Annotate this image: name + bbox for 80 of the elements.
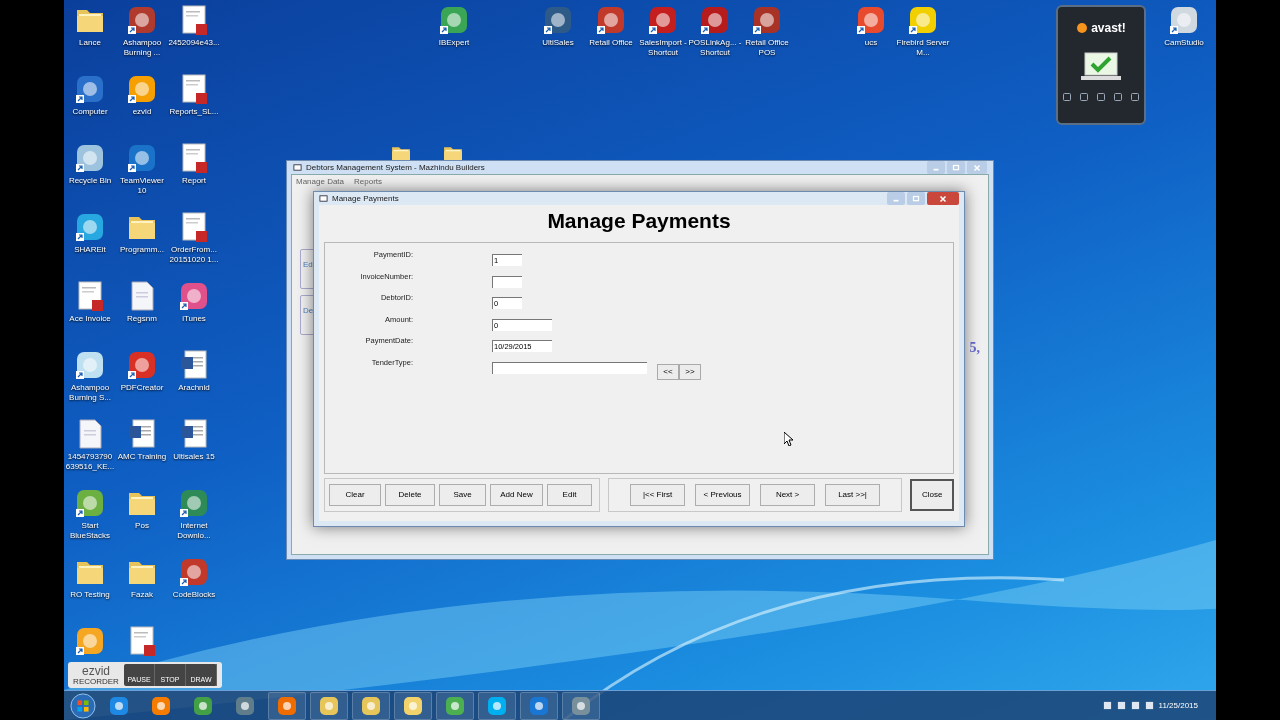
icon-label[interactable]: Arachnid <box>167 383 221 393</box>
form-heading: Manage Payments <box>546 208 732 234</box>
maximize-icon <box>951 162 961 173</box>
nav-button[interactable]: < Previous <box>695 484 751 506</box>
icon-label[interactable]: OrderFrom... 20151020 1... <box>167 245 221 265</box>
antivirus-widget[interactable]: avast! <box>1056 5 1146 125</box>
window-title: Debtors Management System - Mazhindu Builders <box>306 161 485 174</box>
icon-label[interactable]: SalesImport - Shortcut <box>636 38 690 58</box>
icon-label[interactable]: IBExpert <box>427 38 481 48</box>
icon-label[interactable]: RO Testing <box>64 590 117 600</box>
close-icon <box>938 193 948 204</box>
icon-label[interactable]: Start BlueStacks <box>64 521 117 541</box>
form-button[interactable]: Add New <box>490 484 543 506</box>
window-icon <box>319 194 328 203</box>
scroll-button[interactable]: >> <box>679 363 701 380</box>
nav-button[interactable]: Next > <box>760 484 816 506</box>
menu-item[interactable]: Reports <box>354 176 383 188</box>
word-document-icon <box>126 418 158 450</box>
partial-text: 5, <box>969 339 980 357</box>
widget-brand: avast! <box>1091 20 1126 37</box>
icon-label[interactable]: ucs <box>844 38 898 48</box>
icon-label[interactable]: Regsnm <box>115 314 169 324</box>
icon-label[interactable]: POSLinkAg... - Shortcut <box>688 38 742 58</box>
icon-label[interactable]: Ace Invoice <box>64 314 117 324</box>
icon-label[interactable]: Ashampoo Burning S... <box>64 383 117 403</box>
close-icon <box>972 162 982 173</box>
icon-label[interactable]: Pos <box>115 521 169 531</box>
icon-label[interactable]: TeamViewer 10 <box>115 176 169 196</box>
form-button[interactable]: Edit <box>547 484 592 506</box>
icon-label[interactable]: Computer <box>64 107 117 117</box>
icon-label[interactable]: 2452094e43... <box>167 38 221 48</box>
input-field[interactable] <box>492 361 647 374</box>
word-document-icon <box>178 418 210 450</box>
start-button[interactable] <box>70 692 96 719</box>
form-button[interactable]: Save <box>439 484 486 506</box>
icon-label[interactable]: Fazak <box>115 590 169 600</box>
icon-label[interactable]: Lance <box>64 38 117 48</box>
app-icon[interactable] <box>235 695 255 716</box>
group-title: Ed <box>303 260 313 269</box>
window-title: Manage Payments <box>332 192 399 205</box>
form-button[interactable]: Clear <box>329 484 381 506</box>
input-field[interactable] <box>492 275 522 288</box>
app-icon[interactable] <box>571 695 591 716</box>
icon-label[interactable]: UltiSales <box>531 38 585 48</box>
taskbar-date[interactable]: 11/25/2015 <box>1158 699 1198 712</box>
nav-button[interactable]: Last >>| <box>825 484 881 506</box>
laptop-check-icon <box>1079 51 1123 83</box>
icon-label[interactable]: AMC Training <box>115 452 169 462</box>
scroll-button[interactable]: << <box>657 363 679 380</box>
icon-label[interactable]: Ultisales 15 <box>167 452 221 462</box>
icon-label[interactable]: Retail Office <box>584 38 638 48</box>
icon-label[interactable]: iTunes <box>167 314 221 324</box>
app-icon[interactable] <box>529 695 549 716</box>
form-button[interactable]: Delete <box>385 484 435 506</box>
icon-label[interactable]: CamStudio <box>1157 38 1211 48</box>
logo-icon <box>1076 22 1089 34</box>
cursor-icon <box>784 432 794 446</box>
window-icon <box>293 163 302 172</box>
group-title: De <box>303 306 314 315</box>
close-button[interactable] <box>927 192 959 205</box>
icon-label[interactable]: CodeBlocks <box>167 590 221 600</box>
icon-label[interactable]: SHAREit <box>64 245 117 255</box>
recorder-brand: ezvid <box>82 664 110 677</box>
icon-label[interactable]: Ashampoo Burning ... <box>115 38 169 58</box>
icon-label[interactable]: Firebird Server M... <box>896 38 950 58</box>
icon-label[interactable]: Internet Downlo... <box>167 521 221 541</box>
icon-label[interactable]: Report <box>167 176 221 186</box>
icon-label[interactable]: PDFCreator <box>115 383 169 393</box>
close-dialog-button[interactable]: Close <box>910 479 954 511</box>
icon-label[interactable]: 1454793790 639516_KE... <box>64 452 117 472</box>
recorder-subtitle: RECORDER <box>73 676 119 686</box>
app-icon[interactable] <box>445 695 465 716</box>
icon-label[interactable]: ezvid <box>115 107 169 117</box>
maximize-icon <box>911 193 921 204</box>
word-document-icon <box>178 349 210 381</box>
icon-label[interactable]: Recycle Bin <box>64 176 117 186</box>
icon-label[interactable]: Reports_SL... <box>167 107 221 117</box>
icon-label[interactable]: Programm... <box>115 245 169 255</box>
menu-item[interactable]: Manage Data <box>296 176 345 188</box>
nav-button[interactable]: |<< First <box>630 484 686 506</box>
